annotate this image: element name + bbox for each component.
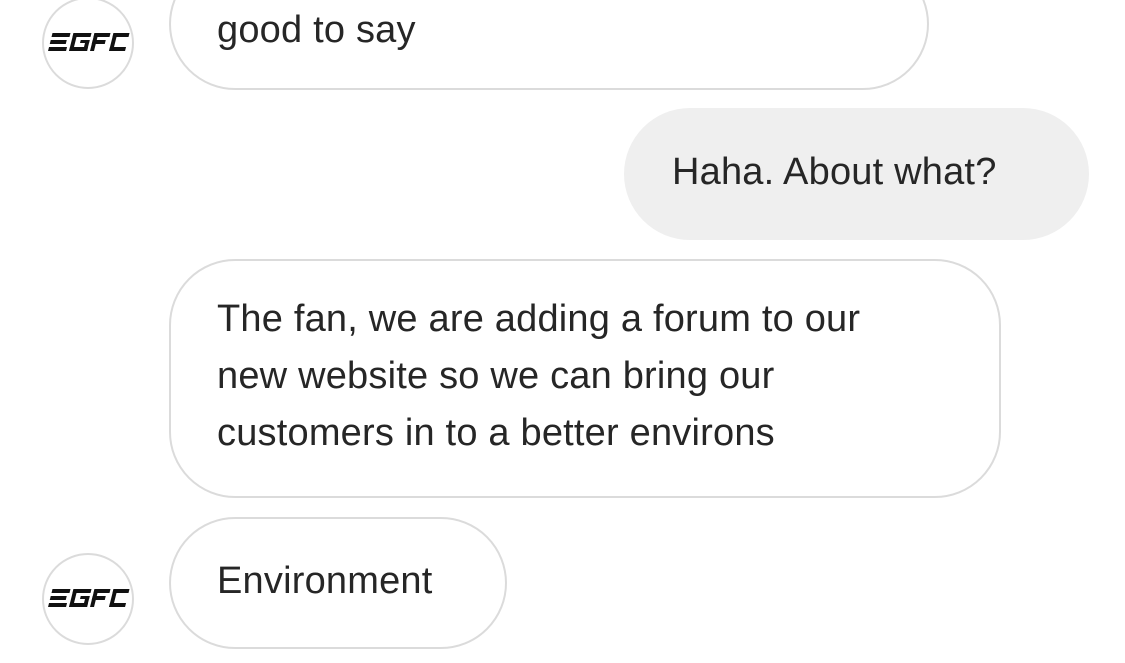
message-text: Haha. About what? [672, 151, 997, 193]
message-text: Environment [217, 560, 433, 602]
incoming-message-bubble[interactable]: The fan, we are adding a forum to our ne… [169, 259, 1001, 498]
sender-avatar[interactable] [42, 0, 134, 89]
message-thread: good to say Haha. About what? The fan, w… [0, 0, 1125, 663]
sender-avatar[interactable] [42, 553, 134, 645]
egfc-logo-icon [48, 33, 130, 51]
message-text: The fan, we are adding a forum to our ne… [217, 298, 861, 454]
incoming-message-bubble[interactable]: Environment [169, 517, 507, 649]
egfc-logo-icon [48, 589, 130, 607]
outgoing-message-bubble[interactable]: Haha. About what? [624, 108, 1089, 240]
incoming-message-bubble[interactable]: good to say [169, 0, 929, 90]
message-text: good to say [217, 9, 416, 51]
